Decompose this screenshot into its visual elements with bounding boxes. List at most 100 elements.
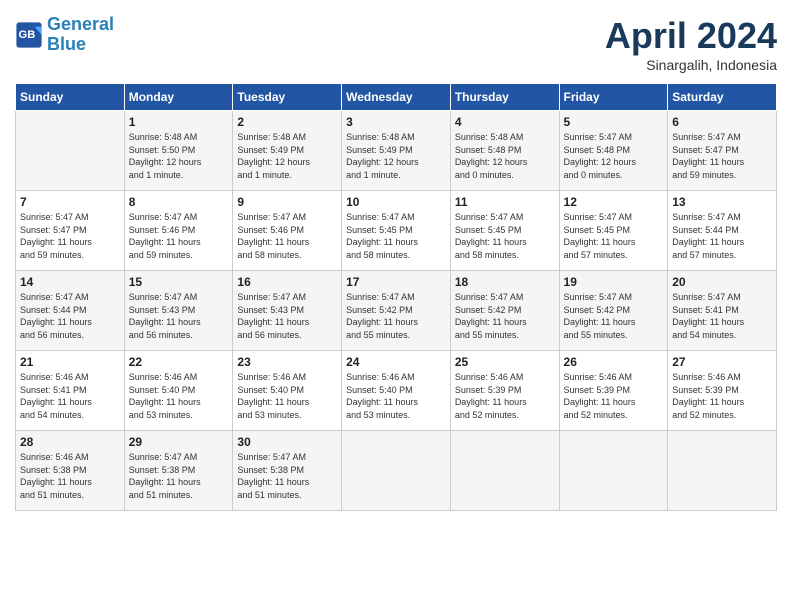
day-info: Sunrise: 5:47 AMSunset: 5:46 PMDaylight:…	[237, 211, 337, 261]
day-info: Sunrise: 5:48 AMSunset: 5:50 PMDaylight:…	[129, 131, 229, 181]
calendar-cell: 24Sunrise: 5:46 AMSunset: 5:40 PMDayligh…	[342, 351, 451, 431]
day-number: 30	[237, 435, 337, 449]
day-info: Sunrise: 5:46 AMSunset: 5:40 PMDaylight:…	[346, 371, 446, 421]
day-number: 12	[564, 195, 664, 209]
day-info: Sunrise: 5:48 AMSunset: 5:49 PMDaylight:…	[346, 131, 446, 181]
day-info: Sunrise: 5:47 AMSunset: 5:38 PMDaylight:…	[237, 451, 337, 501]
calendar-cell: 1 Sunrise: 5:48 AMSunset: 5:50 PMDaylight…	[124, 111, 233, 191]
calendar-cell: 8Sunrise: 5:47 AMSunset: 5:46 PMDaylight…	[124, 191, 233, 271]
calendar-cell: 17 Sunrise: 5:47 AMSunset: 5:42 PMDayligh…	[342, 271, 451, 351]
calendar-cell: 3 Sunrise: 5:48 AMSunset: 5:49 PMDaylight…	[342, 111, 451, 191]
day-number: 17	[346, 275, 446, 289]
day-number: 20	[672, 275, 772, 289]
day-info: Sunrise: 5:48 AMSunset: 5:48 PMDaylight:…	[455, 131, 555, 181]
svg-text:GB: GB	[19, 29, 36, 41]
calendar-cell: 29 Sunrise: 5:47 AMSunset: 5:38 PMDayligh…	[124, 431, 233, 511]
calendar-table: SundayMondayTuesdayWednesdayThursdayFrid…	[15, 83, 777, 511]
calendar-cell: 13 Sunrise: 5:47 AMSunset: 5:44 PMDayligh…	[668, 191, 777, 271]
month-title: April 2024	[605, 15, 777, 57]
calendar-cell: 5Sunrise: 5:47 AMSunset: 5:48 PMDaylight…	[559, 111, 668, 191]
logo-icon: GB	[15, 21, 43, 49]
weekday-header: Monday	[124, 84, 233, 111]
day-info: Sunrise: 5:46 AMSunset: 5:39 PMDaylight:…	[564, 371, 664, 421]
calendar-cell: 10 Sunrise: 5:47 AMSunset: 5:45 PMDayligh…	[342, 191, 451, 271]
location-subtitle: Sinargalih, Indonesia	[605, 57, 777, 73]
calendar-cell	[16, 111, 125, 191]
day-number: 1	[129, 115, 229, 129]
weekday-header: Wednesday	[342, 84, 451, 111]
day-info: Sunrise: 5:48 AMSunset: 5:49 PMDaylight:…	[237, 131, 337, 181]
calendar-cell: 26 Sunrise: 5:46 AMSunset: 5:39 PMDayligh…	[559, 351, 668, 431]
day-info: Sunrise: 5:47 AMSunset: 5:41 PMDaylight:…	[672, 291, 772, 341]
day-info: Sunrise: 5:47 AMSunset: 5:46 PMDaylight:…	[129, 211, 229, 261]
logo-blue: Blue	[47, 35, 114, 55]
day-number: 18	[455, 275, 555, 289]
weekday-header: Sunday	[16, 84, 125, 111]
day-number: 29	[129, 435, 229, 449]
calendar-cell	[668, 431, 777, 511]
day-info: Sunrise: 5:47 AMSunset: 5:38 PMDaylight:…	[129, 451, 229, 501]
day-number: 3	[346, 115, 446, 129]
day-info: Sunrise: 5:46 AMSunset: 5:39 PMDaylight:…	[672, 371, 772, 421]
day-number: 14	[20, 275, 120, 289]
day-info: Sunrise: 5:47 AMSunset: 5:42 PMDaylight:…	[455, 291, 555, 341]
day-info: Sunrise: 5:46 AMSunset: 5:39 PMDaylight:…	[455, 371, 555, 421]
calendar-cell: 19Sunrise: 5:47 AMSunset: 5:42 PMDayligh…	[559, 271, 668, 351]
day-number: 21	[20, 355, 120, 369]
day-number: 11	[455, 195, 555, 209]
day-number: 15	[129, 275, 229, 289]
day-info: Sunrise: 5:47 AMSunset: 5:44 PMDaylight:…	[20, 291, 120, 341]
calendar-cell: 7Sunrise: 5:47 AMSunset: 5:47 PMDaylight…	[16, 191, 125, 271]
calendar-cell: 15 Sunrise: 5:47 AMSunset: 5:43 PMDayligh…	[124, 271, 233, 351]
day-info: Sunrise: 5:47 AMSunset: 5:43 PMDaylight:…	[129, 291, 229, 341]
day-number: 16	[237, 275, 337, 289]
weekday-header: Tuesday	[233, 84, 342, 111]
weekday-header: Thursday	[450, 84, 559, 111]
calendar-cell: 4Sunrise: 5:48 AMSunset: 5:48 PMDaylight…	[450, 111, 559, 191]
day-info: Sunrise: 5:47 AMSunset: 5:45 PMDaylight:…	[564, 211, 664, 261]
calendar-cell: 9 Sunrise: 5:47 AMSunset: 5:46 PMDaylight…	[233, 191, 342, 271]
logo-general: General	[47, 14, 114, 34]
day-number: 27	[672, 355, 772, 369]
day-number: 6	[672, 115, 772, 129]
calendar-cell: 11 Sunrise: 5:47 AMSunset: 5:45 PMDayligh…	[450, 191, 559, 271]
calendar-week-row: 7Sunrise: 5:47 AMSunset: 5:47 PMDaylight…	[16, 191, 777, 271]
day-number: 10	[346, 195, 446, 209]
logo: GB General Blue	[15, 15, 114, 55]
day-number: 9	[237, 195, 337, 209]
day-info: Sunrise: 5:47 AMSunset: 5:47 PMDaylight:…	[672, 131, 772, 181]
calendar-body: 1 Sunrise: 5:48 AMSunset: 5:50 PMDaylight…	[16, 111, 777, 511]
day-info: Sunrise: 5:47 AMSunset: 5:45 PMDaylight:…	[346, 211, 446, 261]
calendar-week-row: 21 Sunrise: 5:46 AMSunset: 5:41 PMDayligh…	[16, 351, 777, 431]
calendar-cell: 27 Sunrise: 5:46 AMSunset: 5:39 PMDayligh…	[668, 351, 777, 431]
title-block: April 2024 Sinargalih, Indonesia	[605, 15, 777, 73]
calendar-cell: 28Sunrise: 5:46 AMSunset: 5:38 PMDayligh…	[16, 431, 125, 511]
day-info: Sunrise: 5:47 AMSunset: 5:44 PMDaylight:…	[672, 211, 772, 261]
calendar-cell: 25 Sunrise: 5:46 AMSunset: 5:39 PMDayligh…	[450, 351, 559, 431]
calendar-cell: 16 Sunrise: 5:47 AMSunset: 5:43 PMDayligh…	[233, 271, 342, 351]
calendar-cell: 20 Sunrise: 5:47 AMSunset: 5:41 PMDayligh…	[668, 271, 777, 351]
calendar-cell: 6 Sunrise: 5:47 AMSunset: 5:47 PMDaylight…	[668, 111, 777, 191]
day-info: Sunrise: 5:47 AMSunset: 5:43 PMDaylight:…	[237, 291, 337, 341]
calendar-cell: 22Sunrise: 5:46 AMSunset: 5:40 PMDayligh…	[124, 351, 233, 431]
day-info: Sunrise: 5:46 AMSunset: 5:40 PMDaylight:…	[237, 371, 337, 421]
day-number: 25	[455, 355, 555, 369]
logo-text: General Blue	[47, 15, 114, 55]
calendar-cell: 18 Sunrise: 5:47 AMSunset: 5:42 PMDayligh…	[450, 271, 559, 351]
day-info: Sunrise: 5:46 AMSunset: 5:41 PMDaylight:…	[20, 371, 120, 421]
day-info: Sunrise: 5:46 AMSunset: 5:38 PMDaylight:…	[20, 451, 120, 501]
calendar-cell	[450, 431, 559, 511]
day-number: 26	[564, 355, 664, 369]
day-number: 13	[672, 195, 772, 209]
day-info: Sunrise: 5:47 AMSunset: 5:45 PMDaylight:…	[455, 211, 555, 261]
day-number: 23	[237, 355, 337, 369]
calendar-week-row: 28Sunrise: 5:46 AMSunset: 5:38 PMDayligh…	[16, 431, 777, 511]
day-info: Sunrise: 5:47 AMSunset: 5:42 PMDaylight:…	[564, 291, 664, 341]
day-number: 22	[129, 355, 229, 369]
calendar-header-row: SundayMondayTuesdayWednesdayThursdayFrid…	[16, 84, 777, 111]
weekday-header: Friday	[559, 84, 668, 111]
calendar-week-row: 1 Sunrise: 5:48 AMSunset: 5:50 PMDaylight…	[16, 111, 777, 191]
day-number: 2	[237, 115, 337, 129]
calendar-cell: 30 Sunrise: 5:47 AMSunset: 5:38 PMDayligh…	[233, 431, 342, 511]
day-info: Sunrise: 5:47 AMSunset: 5:42 PMDaylight:…	[346, 291, 446, 341]
